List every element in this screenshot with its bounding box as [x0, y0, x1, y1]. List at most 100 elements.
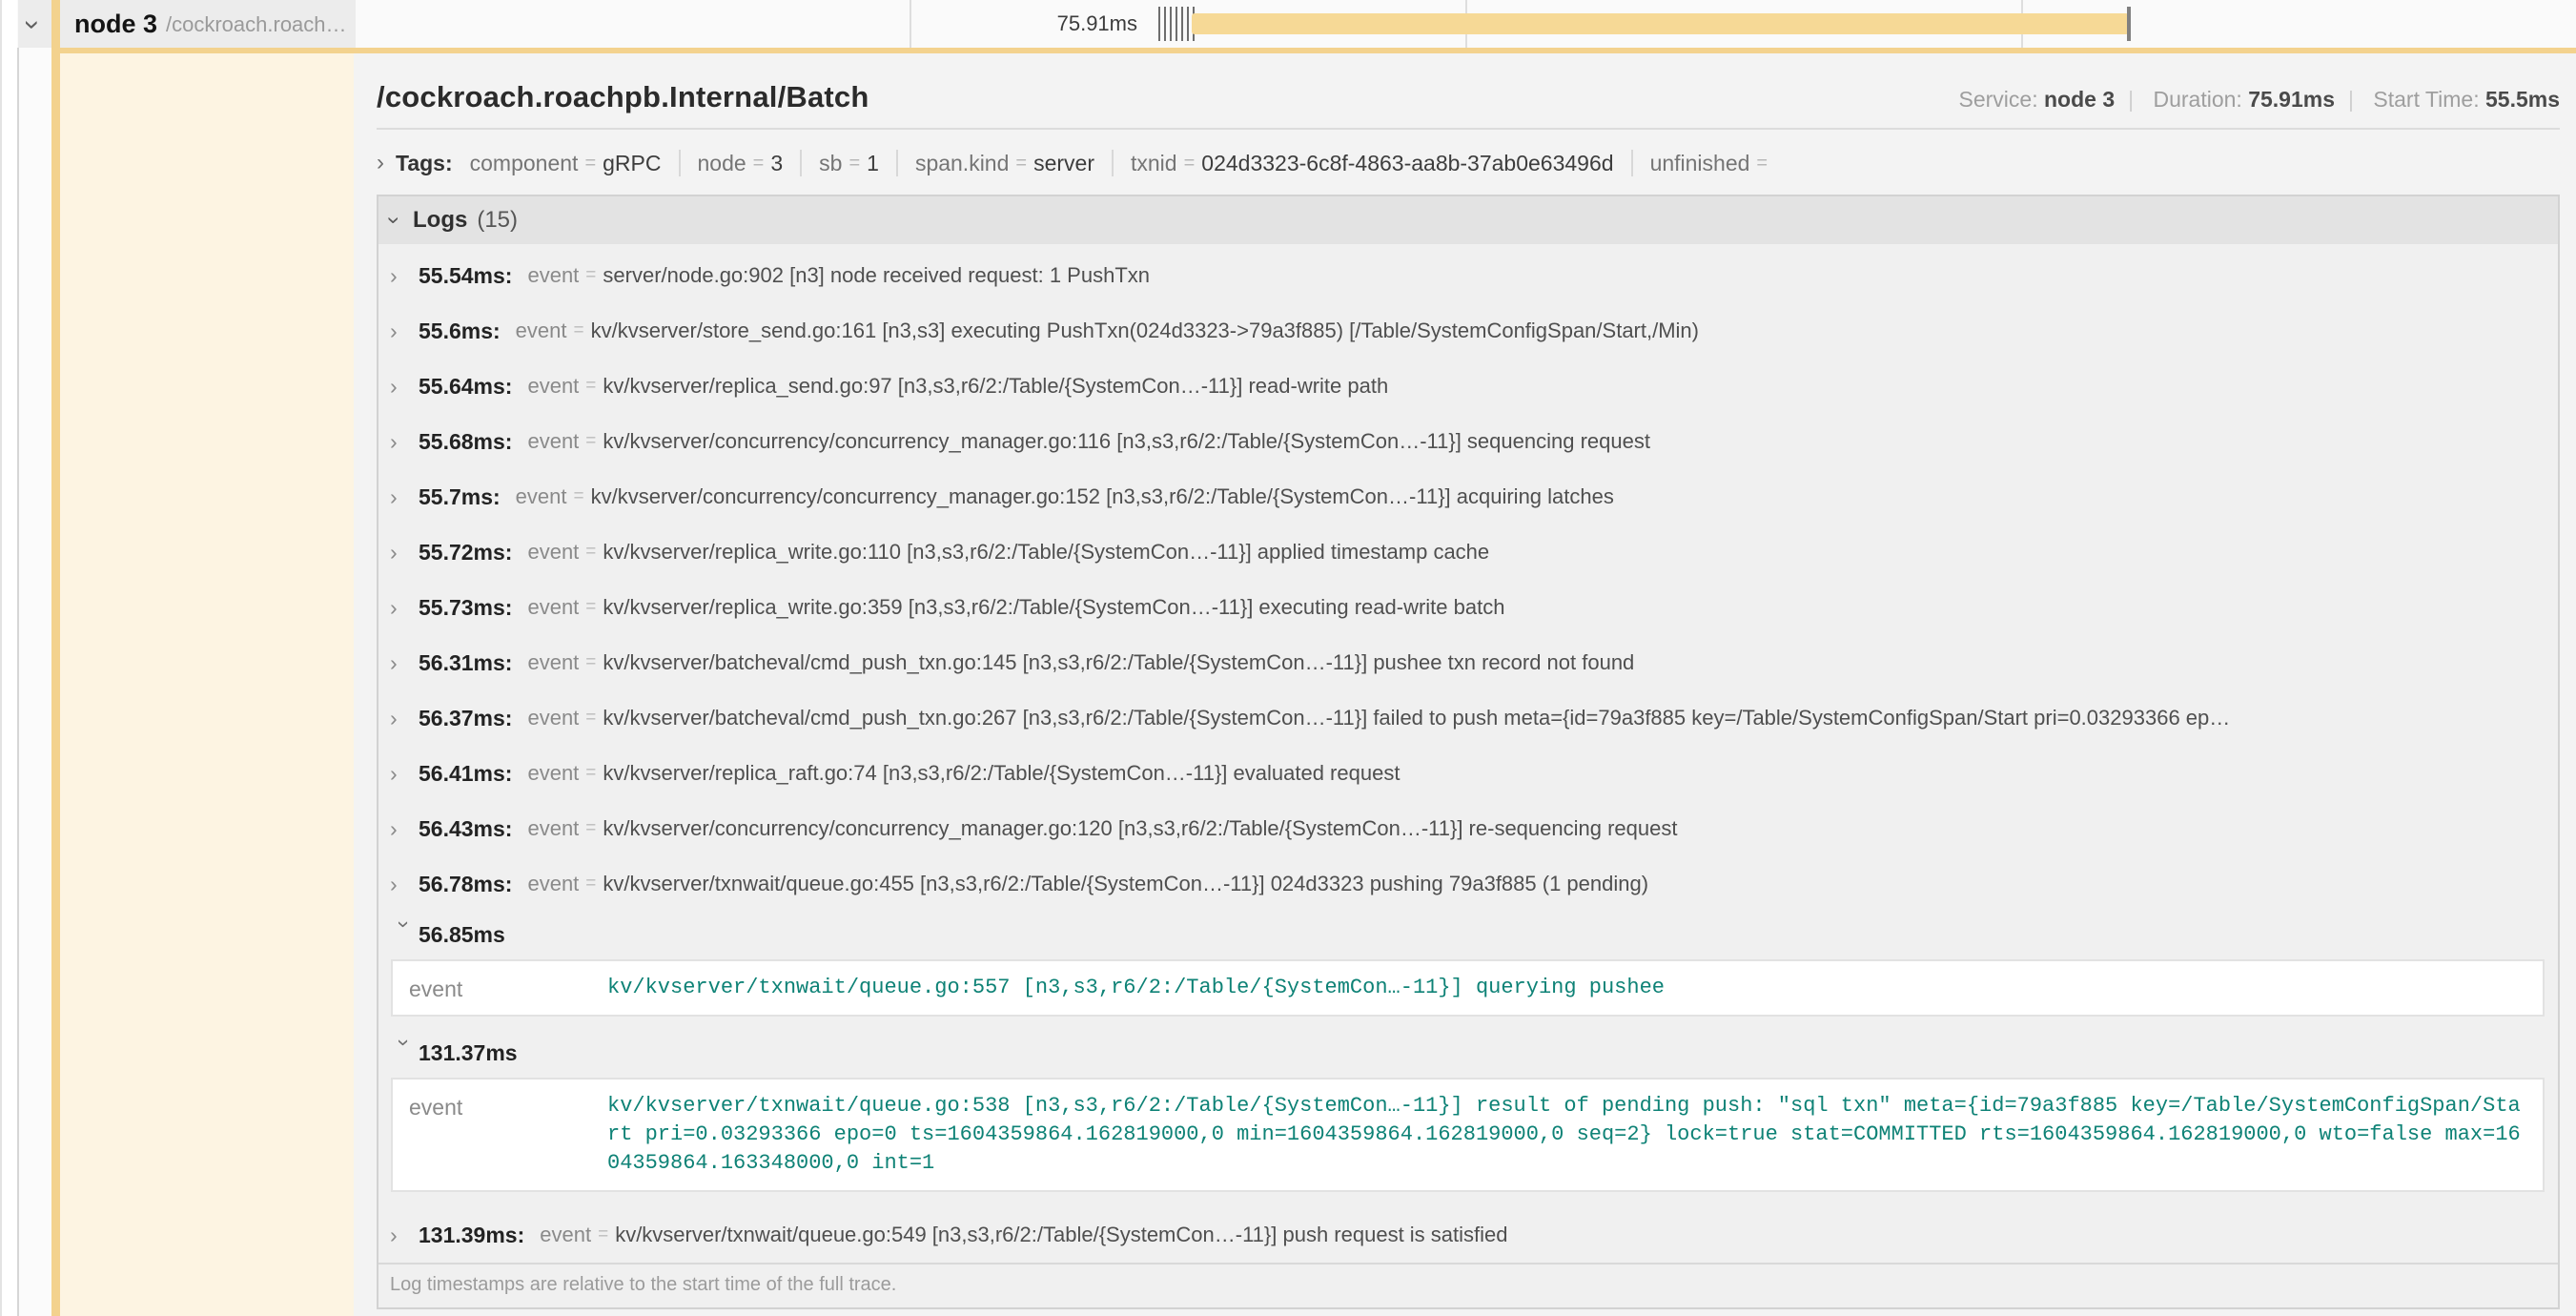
tag-key: component [470, 151, 579, 176]
log-row[interactable]: › 55.73ms: event = kv/kvserver/replica_w… [378, 580, 2558, 635]
log-kv-table: event kv/kvserver/txnwait/queue.go:538 [… [391, 1078, 2545, 1192]
log-equals-sign: = [585, 708, 596, 729]
log-expand-chevron-icon[interactable]: › [390, 708, 419, 730]
log-expanded-header[interactable]: › 131.37ms [378, 1032, 2558, 1074]
log-equals-sign: = [585, 431, 596, 452]
log-value: kv/kvserver/txnwait/queue.go:455 [n3,s3,… [603, 872, 2543, 896]
log-collapse-chevron-icon[interactable]: › [394, 920, 416, 949]
tag-equals-sign: = [584, 153, 596, 175]
span-operation-name: /cockroach.roach… [166, 12, 347, 37]
log-row[interactable]: › 56.31ms: event = kv/kvserver/batcheval… [378, 635, 2558, 690]
log-value: kv/kvserver/concurrency/concurrency_mana… [603, 429, 2543, 454]
log-key: event [527, 429, 579, 454]
log-marker-ticks [1158, 7, 1196, 41]
log-expand-chevron-icon[interactable]: › [390, 818, 419, 840]
span-meta: Service: node 3| Duration: 75.91ms| Star… [1959, 87, 2561, 113]
log-collapse-chevron-icon[interactable]: › [394, 1038, 416, 1067]
log-key: event [527, 263, 579, 288]
collapse-span-chevron-icon[interactable]: › [18, 20, 47, 30]
tag-equals-sign: = [1756, 153, 1768, 175]
log-value: kv/kvserver/txnwait/queue.go:538 [n3,s3,… [607, 1092, 2526, 1178]
meta-separator: | [2128, 87, 2134, 112]
log-equals-sign: = [585, 763, 596, 784]
log-key: event [527, 374, 579, 399]
tag-key: span.kind [915, 151, 1009, 176]
log-row[interactable]: › 56.41ms: event = kv/kvserver/replica_r… [378, 746, 2558, 801]
log-expand-chevron-icon[interactable]: › [390, 763, 419, 785]
span-bar[interactable] [1192, 13, 2129, 34]
log-row[interactable]: › 56.78ms: event = kv/kvserver/txnwait/q… [378, 856, 2558, 912]
log-timestamp: 55.72ms: [419, 540, 512, 565]
log-value: kv/kvserver/concurrency/concurrency_mana… [591, 484, 2543, 509]
log-expand-chevron-icon[interactable]: › [390, 265, 419, 287]
log-row[interactable]: › 55.54ms: event = server/node.go:902 [n… [378, 248, 2558, 303]
log-row[interactable]: › 55.7ms: event = kv/kvserver/concurrenc… [378, 469, 2558, 524]
span-name-cell[interactable]: › node 3 /cockroach.roach… [18, 0, 356, 48]
tag-equals-sign: = [1184, 153, 1196, 175]
log-key: event [516, 319, 567, 343]
start-time-label: Start Time: [2373, 87, 2479, 112]
log-row[interactable]: › 55.68ms: event = kv/kvserver/concurren… [378, 414, 2558, 469]
tag-key: unfinished [1650, 151, 1750, 176]
log-key: event [516, 484, 567, 509]
logs-header[interactable]: › Logs (15) [378, 196, 2558, 244]
log-expand-chevron-icon[interactable]: › [390, 874, 419, 895]
log-expand-chevron-icon[interactable]: › [390, 652, 419, 674]
log-expand-chevron-icon[interactable]: › [390, 597, 419, 619]
log-row[interactable]: › 56.43ms: event = kv/kvserver/concurren… [378, 801, 2558, 856]
detail-header: /cockroach.roachpb.Internal/Batch Servic… [377, 80, 2560, 114]
tag-separator [1631, 150, 1633, 176]
log-timestamp: 56.31ms: [419, 650, 512, 676]
tag-separator [800, 150, 802, 176]
log-key: event [540, 1223, 591, 1247]
tag-separator [679, 150, 681, 176]
tags-expand-chevron-icon[interactable]: › [377, 152, 384, 175]
log-key: event [527, 816, 579, 841]
tag-item: txnid = 024d3323-6c8f-4863-aa8b-37ab0e63… [1131, 151, 1614, 176]
log-key: event [527, 540, 579, 565]
log-key: event [527, 706, 579, 730]
tag-equals-sign: = [1015, 153, 1027, 175]
tags-label[interactable]: Tags: [396, 151, 453, 176]
log-expanded-header[interactable]: › 56.85ms [378, 914, 2558, 956]
log-key: event [527, 595, 579, 620]
log-key: event [527, 872, 579, 896]
tag-item: unfinished = [1650, 151, 1775, 176]
log-timestamp: 56.78ms: [419, 872, 512, 897]
log-value: kv/kvserver/batcheval/cmd_push_txn.go:14… [603, 650, 2543, 675]
detail-left-highlight-column [60, 53, 354, 1316]
log-timestamp: 55.7ms: [419, 484, 501, 510]
span-timeline[interactable]: 75.91ms [356, 0, 2576, 48]
logs-collapse-chevron-icon[interactable]: › [382, 216, 405, 224]
log-timestamp: 55.54ms: [419, 263, 512, 289]
log-row[interactable]: › 56.37ms: event = kv/kvserver/batcheval… [378, 690, 2558, 746]
log-expand-chevron-icon[interactable]: › [390, 542, 419, 564]
log-rows: › 55.54ms: event = server/node.go:902 [n… [378, 244, 2558, 1263]
log-timestamp: 56.43ms: [419, 816, 512, 842]
log-equals-sign: = [585, 818, 596, 839]
log-entry-expanded: › 56.85ms event kv/kvserver/txnwait/queu… [378, 914, 2558, 1017]
log-row[interactable]: › 131.39ms: event = kv/kvserver/txnwait/… [378, 1207, 2558, 1263]
log-expand-chevron-icon[interactable]: › [390, 320, 419, 342]
log-value: kv/kvserver/batcheval/cmd_push_txn.go:26… [603, 706, 2543, 730]
log-value: kv/kvserver/concurrency/concurrency_mana… [603, 816, 2543, 841]
log-equals-sign: = [585, 874, 596, 894]
tag-separator [1112, 150, 1114, 176]
log-row[interactable]: › 55.72ms: event = kv/kvserver/replica_w… [378, 524, 2558, 580]
span-title: /cockroach.roachpb.Internal/Batch [377, 80, 869, 114]
log-expand-chevron-icon[interactable]: › [390, 486, 419, 508]
logs-count: (15) [477, 207, 518, 234]
log-row[interactable]: › 55.64ms: event = kv/kvserver/replica_s… [378, 359, 2558, 414]
log-value: kv/kvserver/replica_write.go:110 [n3,s3,… [603, 540, 2543, 565]
tag-separator [896, 150, 898, 176]
log-equals-sign: = [585, 542, 596, 563]
log-expand-chevron-icon[interactable]: › [390, 431, 419, 453]
tags-row: › Tags: component = gRPC node = 3 sb = 1… [377, 147, 2560, 179]
log-equals-sign: = [574, 486, 584, 507]
log-equals-sign: = [585, 376, 596, 397]
tags-list: component = gRPC node = 3 sb = 1 span.ki… [470, 150, 1774, 176]
log-expand-chevron-icon[interactable]: › [390, 1224, 419, 1246]
duration-label: Duration: [2153, 87, 2241, 112]
log-row[interactable]: › 55.6ms: event = kv/kvserver/store_send… [378, 303, 2558, 359]
log-expand-chevron-icon[interactable]: › [390, 376, 419, 398]
